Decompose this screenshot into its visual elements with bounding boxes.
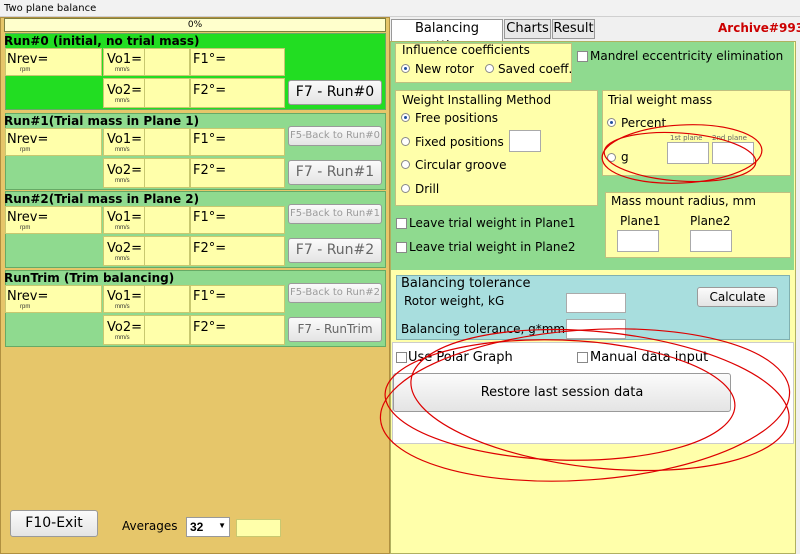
annotation-circle-restore-2	[379, 328, 791, 482]
annotation-circle-restore-1	[384, 339, 736, 461]
red-annotation-overlay	[379, 124, 791, 482]
annotation-circle-restore-3	[410, 328, 790, 472]
annotation-circle-trial	[601, 124, 763, 184]
